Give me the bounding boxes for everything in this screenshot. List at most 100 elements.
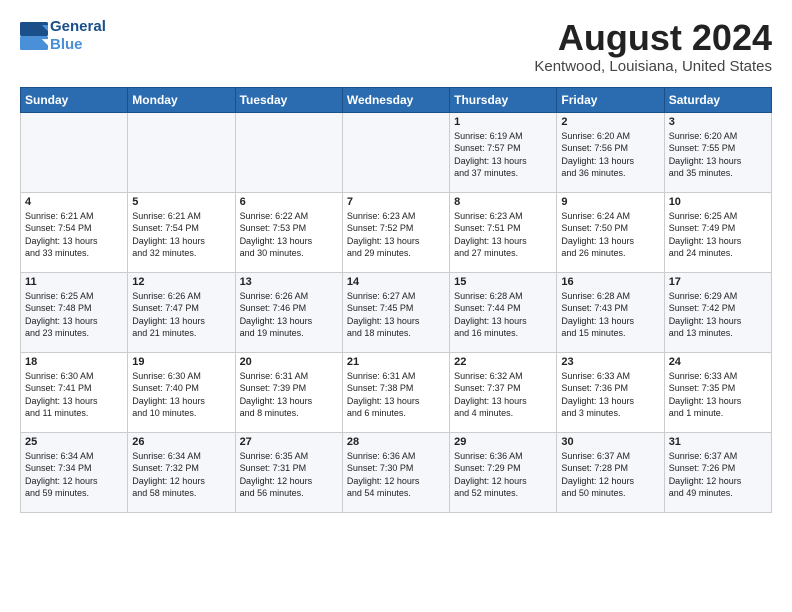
table-row: 31 Sunrise: 6:37 AM Sunset: 7:26 PM Dayli… <box>664 432 771 512</box>
table-row: 28 Sunrise: 6:36 AM Sunset: 7:30 PM Dayli… <box>342 432 449 512</box>
day-number: 17 <box>669 276 767 288</box>
table-row: 7Sunrise: 6:23 AM Sunset: 7:52 PM Daylig… <box>342 192 449 272</box>
table-row: 14 Sunrise: 6:27 AM Sunset: 7:45 PM Dayli… <box>342 272 449 352</box>
day-info: Sunrise: 6:31 AM Sunset: 7:39 PM Dayligh… <box>240 370 338 420</box>
day-number: 18 <box>25 356 123 368</box>
day-info: Sunrise: 6:29 AM Sunset: 7:42 PM Dayligh… <box>669 290 767 340</box>
table-row: 22 Sunrise: 6:32 AM Sunset: 7:37 PM Dayli… <box>450 352 557 432</box>
day-info: Sunrise: 6:37 AM Sunset: 7:26 PM Dayligh… <box>669 450 767 500</box>
day-info: Sunrise: 6:27 AM Sunset: 7:45 PM Dayligh… <box>347 290 445 340</box>
day-info: Sunrise: 6:21 AM Sunset: 7:54 PM Dayligh… <box>132 210 230 260</box>
calendar-table: Sunday Monday Tuesday Wednesday Thursday… <box>20 87 772 513</box>
table-row: 4Sunrise: 6:21 AM Sunset: 7:54 PM Daylig… <box>21 192 128 272</box>
col-thursday: Thursday <box>450 87 557 112</box>
day-number: 19 <box>132 356 230 368</box>
day-number: 7 <box>347 196 445 208</box>
col-wednesday: Wednesday <box>342 87 449 112</box>
day-number: 12 <box>132 276 230 288</box>
day-number: 1 <box>454 116 552 128</box>
day-info: Sunrise: 6:28 AM Sunset: 7:44 PM Dayligh… <box>454 290 552 340</box>
day-info: Sunrise: 6:34 AM Sunset: 7:32 PM Dayligh… <box>132 450 230 500</box>
header-row: Sunday Monday Tuesday Wednesday Thursday… <box>21 87 772 112</box>
day-number: 10 <box>669 196 767 208</box>
day-info: Sunrise: 6:26 AM Sunset: 7:47 PM Dayligh… <box>132 290 230 340</box>
table-row: 8 Sunrise: 6:23 AM Sunset: 7:51 PM Daylig… <box>450 192 557 272</box>
table-row: 24 Sunrise: 6:33 AM Sunset: 7:35 PM Dayli… <box>664 352 771 432</box>
table-row <box>21 112 128 192</box>
day-number: 6 <box>240 196 338 208</box>
table-row: 10 Sunrise: 6:25 AM Sunset: 7:49 PM Dayli… <box>664 192 771 272</box>
day-info: Sunrise: 6:32 AM Sunset: 7:37 PM Dayligh… <box>454 370 552 420</box>
col-sunday: Sunday <box>21 87 128 112</box>
day-info: Sunrise: 6:24 AM Sunset: 7:50 PM Dayligh… <box>561 210 659 260</box>
table-row: 16Sunrise: 6:28 AM Sunset: 7:43 PM Dayli… <box>557 272 664 352</box>
table-row: 23 Sunrise: 6:33 AM Sunset: 7:36 PM Dayli… <box>557 352 664 432</box>
day-info: Sunrise: 6:37 AM Sunset: 7:28 PM Dayligh… <box>561 450 659 500</box>
table-row: 29Sunrise: 6:36 AM Sunset: 7:29 PM Dayli… <box>450 432 557 512</box>
day-number: 22 <box>454 356 552 368</box>
day-number: 27 <box>240 436 338 448</box>
day-info: Sunrise: 6:22 AM Sunset: 7:53 PM Dayligh… <box>240 210 338 260</box>
table-row: 27 Sunrise: 6:35 AM Sunset: 7:31 PM Dayli… <box>235 432 342 512</box>
day-info: Sunrise: 6:30 AM Sunset: 7:41 PM Dayligh… <box>25 370 123 420</box>
day-number: 4 <box>25 196 123 208</box>
day-number: 11 <box>25 276 123 288</box>
month-title: August 2024 <box>534 18 772 58</box>
logo-text: General Blue <box>50 18 106 54</box>
table-row <box>128 112 235 192</box>
day-info: Sunrise: 6:26 AM Sunset: 7:46 PM Dayligh… <box>240 290 338 340</box>
day-info: Sunrise: 6:25 AM Sunset: 7:48 PM Dayligh… <box>25 290 123 340</box>
day-number: 24 <box>669 356 767 368</box>
day-number: 5 <box>132 196 230 208</box>
table-row: 21Sunrise: 6:31 AM Sunset: 7:38 PM Dayli… <box>342 352 449 432</box>
table-row <box>342 112 449 192</box>
day-number: 8 <box>454 196 552 208</box>
day-info: Sunrise: 6:34 AM Sunset: 7:34 PM Dayligh… <box>25 450 123 500</box>
col-saturday: Saturday <box>664 87 771 112</box>
table-row: 26 Sunrise: 6:34 AM Sunset: 7:32 PM Dayli… <box>128 432 235 512</box>
day-info: Sunrise: 6:30 AM Sunset: 7:40 PM Dayligh… <box>132 370 230 420</box>
day-info: Sunrise: 6:35 AM Sunset: 7:31 PM Dayligh… <box>240 450 338 500</box>
day-number: 30 <box>561 436 659 448</box>
table-row: 12 Sunrise: 6:26 AM Sunset: 7:47 PM Dayli… <box>128 272 235 352</box>
day-info: Sunrise: 6:33 AM Sunset: 7:36 PM Dayligh… <box>561 370 659 420</box>
day-number: 3 <box>669 116 767 128</box>
table-row: 13 Sunrise: 6:26 AM Sunset: 7:46 PM Dayli… <box>235 272 342 352</box>
day-info: Sunrise: 6:33 AM Sunset: 7:35 PM Dayligh… <box>669 370 767 420</box>
table-row: 20 Sunrise: 6:31 AM Sunset: 7:39 PM Dayli… <box>235 352 342 432</box>
day-number: 2 <box>561 116 659 128</box>
day-number: 9 <box>561 196 659 208</box>
day-number: 31 <box>669 436 767 448</box>
table-row: 11 Sunrise: 6:25 AM Sunset: 7:48 PM Dayli… <box>21 272 128 352</box>
page: General Blue August 2024 Kentwood, Louis… <box>0 0 792 523</box>
table-row: 9 Sunrise: 6:24 AM Sunset: 7:50 PM Daylig… <box>557 192 664 272</box>
day-info: Sunrise: 6:20 AM Sunset: 7:55 PM Dayligh… <box>669 130 767 180</box>
day-info: Sunrise: 6:23 AM Sunset: 7:51 PM Dayligh… <box>454 210 552 260</box>
table-row: 30 Sunrise: 6:37 AM Sunset: 7:28 PM Dayli… <box>557 432 664 512</box>
col-tuesday: Tuesday <box>235 87 342 112</box>
table-row: 15 Sunrise: 6:28 AM Sunset: 7:44 PM Dayli… <box>450 272 557 352</box>
day-number: 21 <box>347 356 445 368</box>
day-number: 15 <box>454 276 552 288</box>
table-row: 18 Sunrise: 6:30 AM Sunset: 7:41 PM Dayli… <box>21 352 128 432</box>
day-number: 20 <box>240 356 338 368</box>
day-number: 28 <box>347 436 445 448</box>
table-row: 6 Sunrise: 6:22 AM Sunset: 7:53 PM Daylig… <box>235 192 342 272</box>
table-row: 5 Sunrise: 6:21 AM Sunset: 7:54 PM Daylig… <box>128 192 235 272</box>
day-number: 23 <box>561 356 659 368</box>
day-number: 25 <box>25 436 123 448</box>
table-row <box>235 112 342 192</box>
table-row: 1 Sunrise: 6:19 AM Sunset: 7:57 PM Daylig… <box>450 112 557 192</box>
day-info: Sunrise: 6:25 AM Sunset: 7:49 PM Dayligh… <box>669 210 767 260</box>
day-number: 14 <box>347 276 445 288</box>
table-row: 2Sunrise: 6:20 AM Sunset: 7:56 PM Daylig… <box>557 112 664 192</box>
day-info: Sunrise: 6:36 AM Sunset: 7:29 PM Dayligh… <box>454 450 552 500</box>
day-number: 13 <box>240 276 338 288</box>
logo: General Blue <box>20 18 106 54</box>
table-row: 19 Sunrise: 6:30 AM Sunset: 7:40 PM Dayli… <box>128 352 235 432</box>
day-info: Sunrise: 6:36 AM Sunset: 7:30 PM Dayligh… <box>347 450 445 500</box>
day-info: Sunrise: 6:28 AM Sunset: 7:43 PM Dayligh… <box>561 290 659 340</box>
day-info: Sunrise: 6:19 AM Sunset: 7:57 PM Dayligh… <box>454 130 552 180</box>
day-number: 26 <box>132 436 230 448</box>
location: Kentwood, Louisiana, United States <box>534 58 772 75</box>
